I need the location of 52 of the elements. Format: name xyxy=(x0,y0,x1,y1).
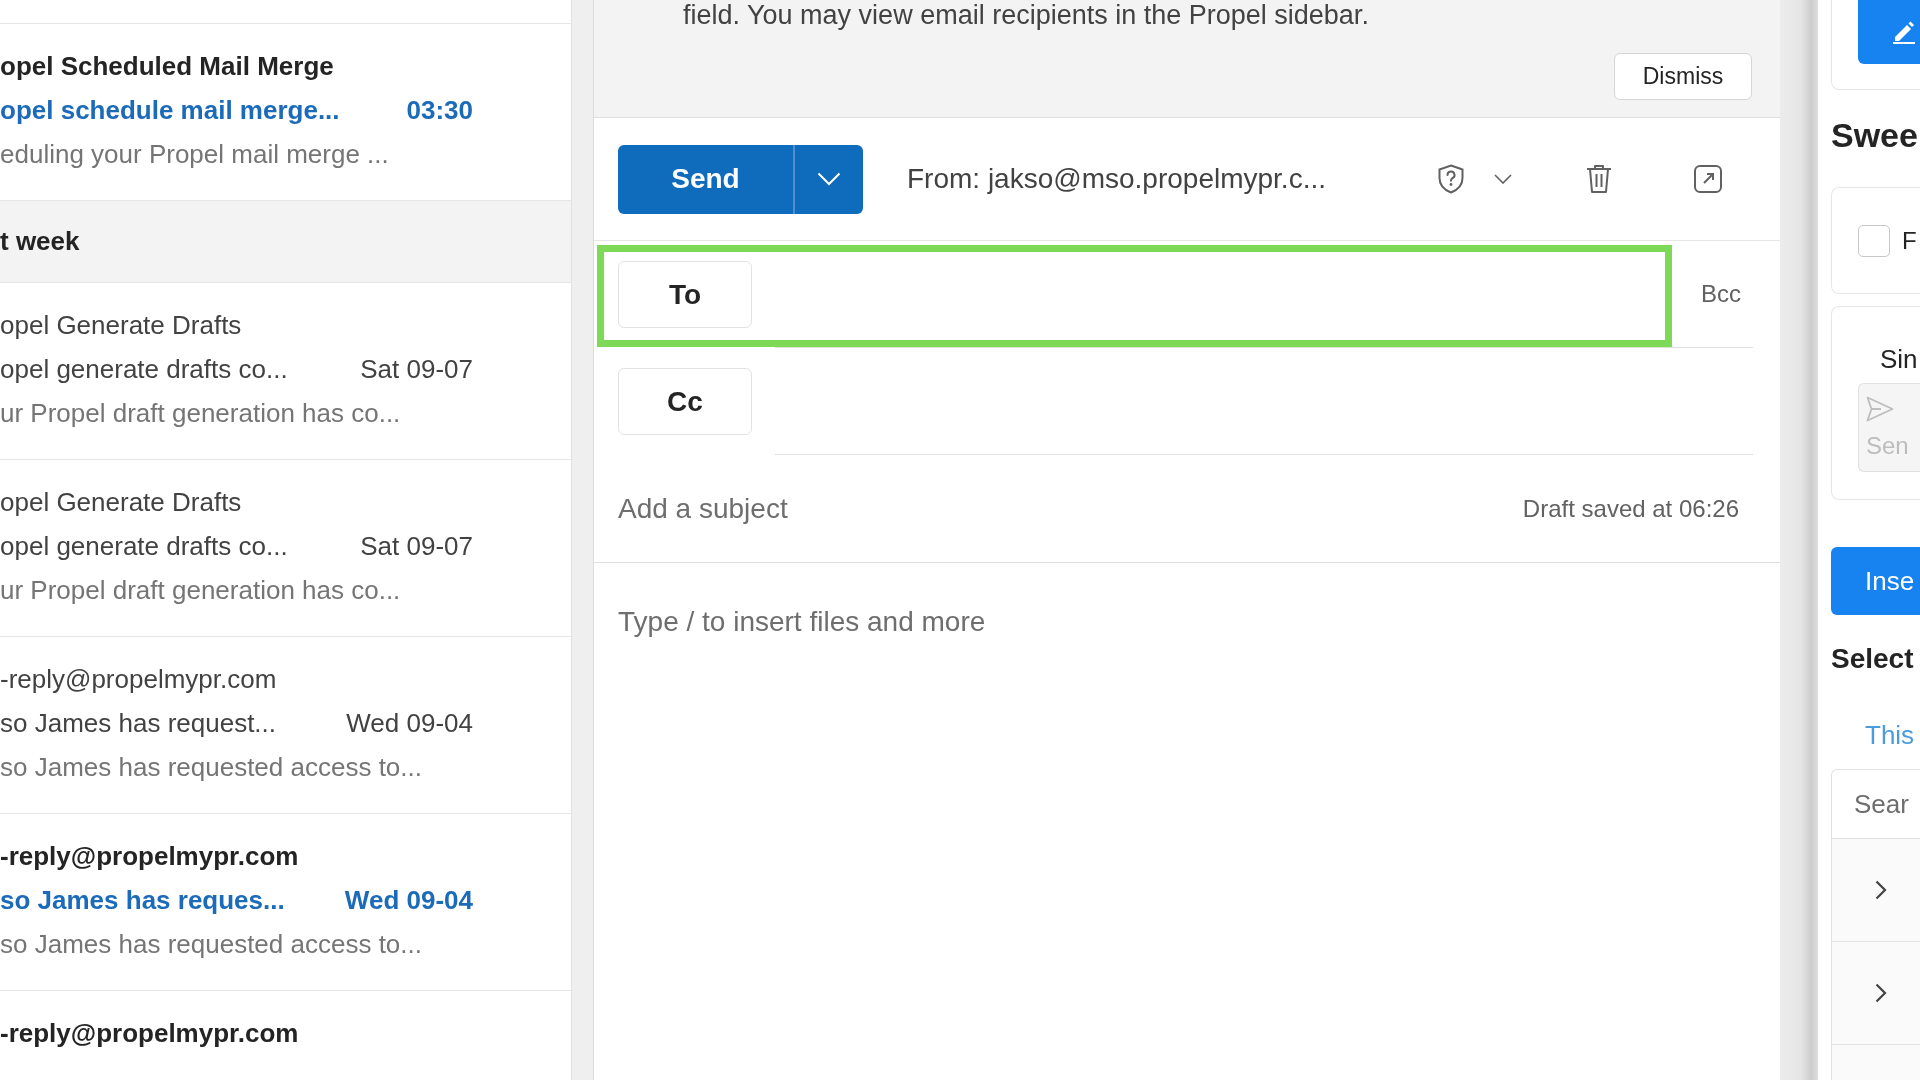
sender-name: opel Generate Drafts xyxy=(0,486,242,518)
preview-text: ur Propel draft generation has co... xyxy=(0,574,401,606)
edit-button[interactable] xyxy=(1858,0,1920,64)
shield-question-icon[interactable] xyxy=(1437,164,1465,194)
sender-name: -reply@propelmypr.com xyxy=(0,1017,299,1049)
time-text: Sat 09-07 xyxy=(360,353,473,385)
chevron-down-icon xyxy=(817,172,841,186)
mail-list-item[interactable]: opel Generate Drafts opel generate drafts co... Sat 09-07 ur Propel draft generation has co... xyxy=(0,460,571,637)
mail-list-item[interactable]: opel Generate Drafts opel generate drafts co... Sat 09-07 ur Propel draft generation has co... xyxy=(0,283,571,460)
chevron-down-icon[interactable] xyxy=(1494,174,1512,184)
preview-text: so James has requested access to... xyxy=(0,928,422,960)
time-text: 03:30 xyxy=(406,94,473,126)
mail-list-item[interactable]: -reply@propelmypr.com xyxy=(0,991,571,1080)
send-icon xyxy=(1866,396,1894,422)
section-label: Select xyxy=(1831,642,1914,676)
subject-input[interactable]: Add a subject xyxy=(618,480,1178,537)
mail-list-item[interactable]: -reply@propelmypr.com so James has reques... Wed 09-04 so James has requested access to... xyxy=(0,814,571,991)
subject-text: opel generate drafts co... xyxy=(0,530,288,562)
subject-text: so James has reques... xyxy=(0,884,285,916)
sidebar-heading: Swee xyxy=(1831,115,1918,156)
send-button[interactable]: Send xyxy=(618,144,793,214)
insert-button[interactable]: Inse xyxy=(1831,547,1920,615)
pencil-icon xyxy=(1893,20,1915,44)
search-field[interactable]: Sear xyxy=(1831,769,1920,839)
notice-text: field. You may view email recipients in the Propel sidebar. xyxy=(683,0,1369,30)
checkbox-label: F xyxy=(1902,226,1917,255)
preview-text: ur Propel draft generation has co... xyxy=(0,397,401,429)
time-text: Wed 09-04 xyxy=(344,884,473,916)
time-text: Sat 09-07 xyxy=(360,530,473,562)
sender-name: -reply@propelmypr.com xyxy=(0,663,277,695)
mail-list-item[interactable]: -reply@propelmypr.com so James has request... Wed 09-04 so James has requested access to... xyxy=(0,637,571,814)
recipient-button[interactable]: To xyxy=(618,261,752,328)
sender-name: opel Scheduled Mail Merge xyxy=(0,50,334,82)
recipient-button[interactable]: Cc xyxy=(618,368,752,435)
preview-text: so James has requested access to... xyxy=(0,751,422,783)
subject-text: opel generate drafts co... xyxy=(0,353,288,385)
subject-text: opel schedule mail merge... xyxy=(0,94,340,126)
trash-icon[interactable] xyxy=(1586,164,1612,194)
bcc-button[interactable]: Bcc xyxy=(1701,280,1753,308)
group-header: t week xyxy=(0,201,571,283)
sender-name: -reply@propelmypr.com xyxy=(0,840,299,872)
dismiss-button[interactable]: Dismiss xyxy=(1614,53,1752,100)
sender-name: opel Generate Drafts xyxy=(0,309,242,341)
card-title: Sin xyxy=(1879,343,1918,375)
pop-out-icon[interactable] xyxy=(1694,165,1722,193)
from-address[interactable]: From: jakso@mso.propelmypr.c... xyxy=(907,163,1326,195)
time-text: Wed 09-04 xyxy=(346,707,473,739)
send-options-button[interactable] xyxy=(793,144,863,214)
draft-status: Draft saved at 06:26 xyxy=(1522,494,1739,523)
subject-text: so James has request... xyxy=(0,707,277,739)
checkbox[interactable] xyxy=(1858,224,1890,257)
preview-text: eduling your Propel mail merge ... xyxy=(0,138,389,170)
